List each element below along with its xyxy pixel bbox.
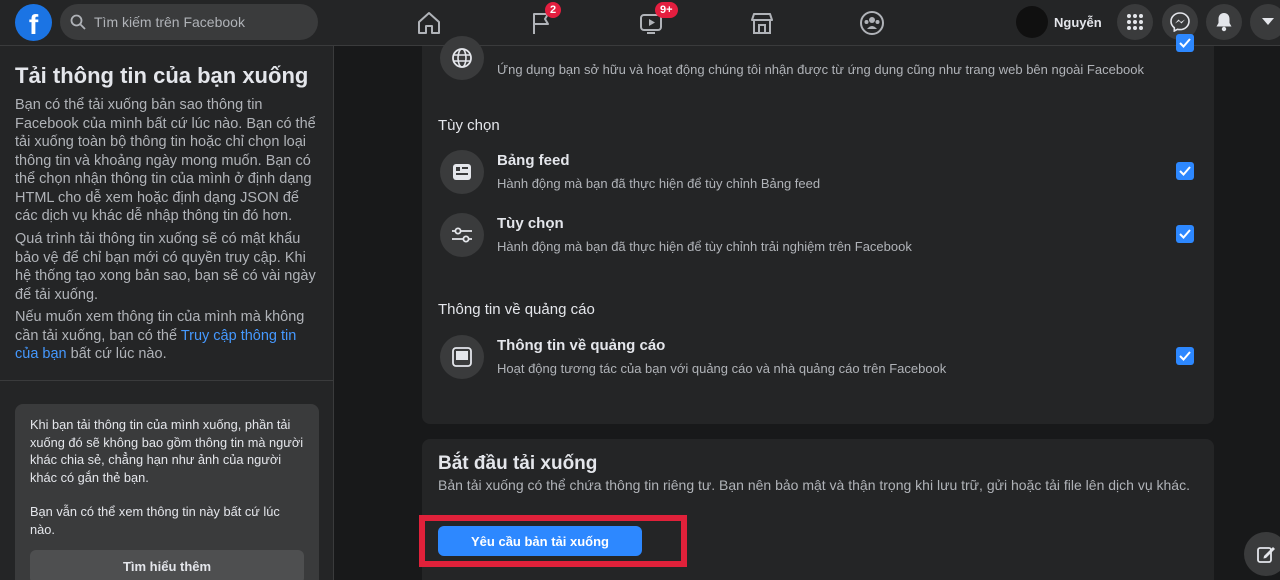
intro-paragraph: Bạn có thể tải xuống bản sao thông tin F… xyxy=(15,97,316,224)
row-description: Ứng dụng bạn sở hữu và hoạt động chúng t… xyxy=(497,62,1145,77)
check-icon xyxy=(1179,229,1191,239)
checkbox[interactable] xyxy=(1176,162,1194,180)
notice-text: Khi bạn tải thông tin của mình xuống, ph… xyxy=(30,417,304,485)
password-paragraph: Quá trình tải thông tin xuống sẽ có mật … xyxy=(15,231,316,303)
row-title: Tùy chọn xyxy=(497,215,564,232)
check-icon xyxy=(1179,166,1191,176)
search-input[interactable] xyxy=(94,14,294,30)
bell-icon xyxy=(1216,13,1232,32)
start-download-card: Bắt đầu tải xuống Bản tải xuống có thể c… xyxy=(419,439,1214,580)
profile-name: Nguyễn xyxy=(1054,14,1102,30)
learn-more-button[interactable]: Tìm hiểu thêm xyxy=(30,550,304,580)
account-button[interactable] xyxy=(1250,4,1280,40)
search-icon xyxy=(70,14,86,30)
info-notice-box: Khi bạn tải thông tin của mình xuống, ph… xyxy=(15,404,319,580)
watch-badge: 9+ xyxy=(655,2,678,18)
row-description: Hoạt động tương tác của bạn với quảng cá… xyxy=(497,361,947,376)
feed-icon xyxy=(440,150,484,194)
apps-websites-row[interactable]: Ứng dụng bạn sở hữu và hoạt động chúng t… xyxy=(440,34,1200,82)
pages-badge: 2 xyxy=(545,2,562,18)
row-title: Bảng feed xyxy=(497,152,570,169)
page-title: Tải thông tin của bạn xuống xyxy=(15,63,309,88)
check-icon xyxy=(1179,351,1191,361)
section-heading: Bắt đầu tải xuống xyxy=(438,453,598,474)
check-icon xyxy=(1179,38,1191,48)
checkbox[interactable] xyxy=(1176,34,1194,52)
new-message-button[interactable] xyxy=(1244,532,1280,576)
checkbox[interactable] xyxy=(1176,347,1194,365)
globe-icon xyxy=(440,36,484,80)
compose-icon xyxy=(1257,547,1275,563)
row-description: Hành động mà bạn đã thực hiện để tùy chỉ… xyxy=(497,176,821,191)
sliders-icon xyxy=(440,213,484,257)
messenger-icon xyxy=(1170,12,1190,32)
request-download-button[interactable]: Yêu cầu bản tải xuống xyxy=(438,526,642,556)
notifications-button[interactable] xyxy=(1206,4,1242,40)
home-icon xyxy=(418,12,440,34)
left-sidebar: Tải thông tin của bạn xuống Bạn có thể t… xyxy=(0,46,334,580)
access-paragraph: Nếu muốn xem thông tin của mình mà không… xyxy=(15,308,320,364)
notice-text-2: Bạn vẫn có thể xem thông tin này bất cứ … xyxy=(30,504,280,537)
divider xyxy=(0,380,334,381)
row-title: Thông tin về quảng cáo xyxy=(497,337,666,354)
preferences-row[interactable]: Tùy chọn Hành động mà bạn đã thực hiện đ… xyxy=(440,211,1200,259)
information-categories-card: Ứng dụng bạn sở hữu và hoạt động chúng t… xyxy=(422,34,1214,424)
screen-icon xyxy=(440,335,484,379)
access-text-after: bất cứ lúc nào. xyxy=(66,346,167,362)
section-options: Tùy chọn xyxy=(438,117,500,134)
search-box[interactable] xyxy=(60,4,318,40)
feed-row[interactable]: Bảng feed Hành động mà bạn đã thực hiện … xyxy=(440,148,1200,196)
caret-down-icon xyxy=(1262,18,1274,25)
section-ads: Thông tin về quảng cáo xyxy=(438,301,595,318)
facebook-logo[interactable]: f xyxy=(15,4,52,41)
ads-info-row[interactable]: Thông tin về quảng cáo Hoạt động tương t… xyxy=(440,333,1200,381)
store-icon xyxy=(751,13,773,34)
grid-menu-icon xyxy=(1127,14,1143,30)
groups-icon xyxy=(860,11,884,35)
checkbox[interactable] xyxy=(1176,225,1194,243)
download-warning-text: Bản tải xuống có thể chứa thông tin riên… xyxy=(438,477,1190,493)
row-description: Hành động mà bạn đã thực hiện để tùy chỉ… xyxy=(497,239,912,254)
